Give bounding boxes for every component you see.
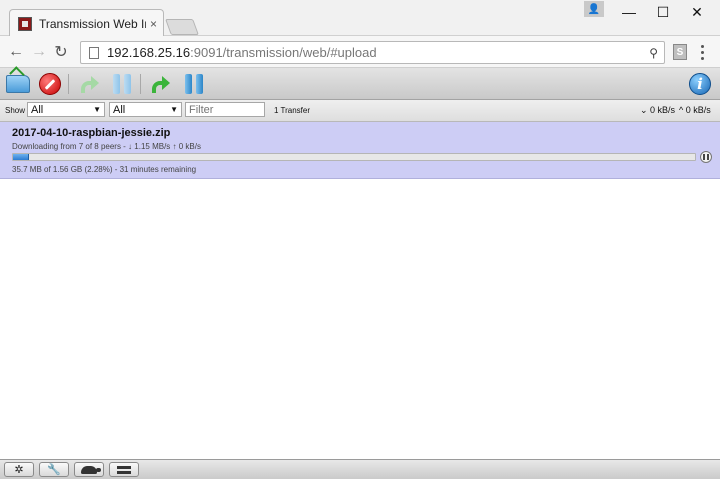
upload-speed: ^ 0 kB/s bbox=[679, 105, 711, 115]
browser-menu-icon[interactable] bbox=[697, 43, 707, 61]
minimize-button[interactable]: — bbox=[612, 0, 646, 24]
wrench-icon: 🔧 bbox=[47, 464, 61, 476]
inspector-button[interactable]: i bbox=[686, 71, 714, 97]
dropdown-arrow-icon: ▼ bbox=[93, 105, 101, 114]
settings-button[interactable]: ✲ bbox=[4, 462, 34, 477]
preferences-button[interactable]: 🔧 bbox=[39, 462, 69, 477]
state-filter-value: All bbox=[31, 103, 44, 116]
pause-icon bbox=[113, 74, 131, 94]
transmission-favicon-icon bbox=[18, 16, 32, 31]
page-info-icon[interactable] bbox=[89, 46, 99, 59]
pause-all-button[interactable] bbox=[180, 71, 208, 97]
torrent-peer-details: Downloading from 7 of 8 peers - ↓ 1.15 M… bbox=[12, 142, 201, 151]
pause-all-icon bbox=[185, 74, 203, 94]
filter-input[interactable] bbox=[185, 102, 265, 117]
back-button[interactable]: ← bbox=[5, 42, 27, 62]
progress-fill bbox=[13, 154, 29, 160]
url-host: 192.168.25.16 bbox=[107, 45, 191, 60]
address-bar[interactable]: 192.168.25.16 :9091/transmission/web/#up… bbox=[80, 41, 665, 64]
browser-toolbar: ← → ↻ 192.168.25.16 :9091/transmission/w… bbox=[0, 36, 720, 68]
torrent-progress-details: 35.7 MB of 1.56 GB (2.28%) - 31 minutes … bbox=[12, 165, 197, 174]
user-profile-icon[interactable]: 👤 bbox=[584, 1, 604, 17]
maximize-button[interactable]: ☐ bbox=[646, 0, 680, 24]
torrent-progress-bar bbox=[12, 153, 696, 161]
browser-tab[interactable]: Transmission Web Inter × bbox=[9, 9, 164, 37]
resume-icon bbox=[79, 74, 101, 94]
compact-view-icon bbox=[117, 465, 131, 474]
new-tab-button[interactable] bbox=[165, 19, 199, 35]
download-speed: ⌄ 0 kB/s bbox=[640, 105, 676, 115]
resume-all-icon bbox=[150, 74, 172, 94]
torrent-list-empty-area bbox=[0, 180, 720, 459]
tracker-filter-select[interactable]: All ▼ bbox=[109, 102, 182, 117]
tab-close-icon[interactable]: × bbox=[150, 17, 157, 31]
remove-torrent-icon bbox=[39, 73, 61, 95]
turtle-mode-button[interactable] bbox=[74, 462, 104, 477]
filter-bar: Show All ▼ All ▼ 1 Transfer ⌄ 0 kB/s ^ 0… bbox=[0, 100, 720, 122]
tab-title: Transmission Web Inter bbox=[39, 16, 146, 31]
resume-selected-button[interactable] bbox=[76, 71, 104, 97]
footer-bar: ✲ 🔧 bbox=[0, 459, 720, 479]
state-filter-select[interactable]: All ▼ bbox=[27, 102, 105, 117]
open-torrent-button[interactable] bbox=[4, 71, 32, 97]
resume-all-button[interactable] bbox=[147, 71, 175, 97]
transfer-count: 1 Transfer bbox=[274, 106, 311, 115]
gear-icon: ✲ bbox=[14, 464, 24, 476]
show-label: Show bbox=[5, 106, 26, 115]
close-window-button[interactable]: ✕ bbox=[680, 0, 714, 24]
forward-button[interactable]: → bbox=[28, 42, 50, 62]
remove-torrent-button[interactable] bbox=[36, 71, 64, 97]
url-path: :9091/transmission/web/#upload bbox=[190, 45, 377, 60]
turtle-icon bbox=[81, 465, 101, 474]
torrent-pause-button[interactable] bbox=[700, 151, 712, 163]
open-torrent-icon bbox=[6, 75, 30, 93]
compact-view-button[interactable] bbox=[109, 462, 139, 477]
toolbar-separator bbox=[140, 74, 141, 94]
extension-icon[interactable]: S bbox=[673, 44, 687, 60]
dropdown-arrow-icon: ▼ bbox=[170, 105, 178, 114]
toolbar-separator bbox=[68, 74, 69, 94]
key-icon[interactable]: ⚲ bbox=[649, 46, 658, 60]
pause-selected-button[interactable] bbox=[108, 71, 136, 97]
reload-button[interactable]: ↻ bbox=[50, 42, 72, 62]
info-icon: i bbox=[689, 73, 711, 95]
transmission-toolbar: i bbox=[0, 68, 720, 100]
tracker-filter-value: All bbox=[113, 103, 126, 116]
torrent-name: 2017-04-10-raspbian-jessie.zip bbox=[12, 127, 171, 139]
torrent-row[interactable]: 2017-04-10-raspbian-jessie.zip Downloadi… bbox=[0, 122, 720, 179]
browser-titlebar: Transmission Web Inter × 👤 — ☐ ✕ bbox=[0, 0, 720, 37]
